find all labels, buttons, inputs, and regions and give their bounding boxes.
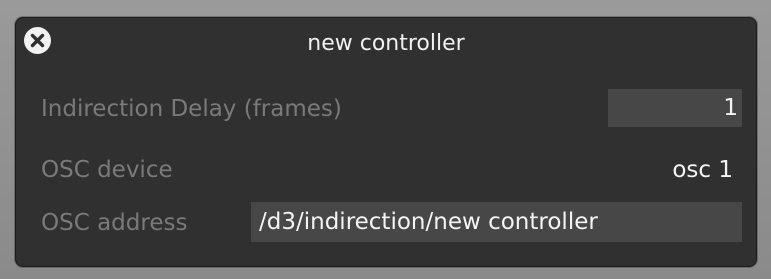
indirection-delay-row: Indirection Delay (frames) 1 <box>41 88 742 128</box>
indirection-delay-label: Indirection Delay (frames) <box>41 96 342 122</box>
osc-device-row: OSC device osc 1 <box>41 149 742 189</box>
osc-device-value[interactable]: osc 1 <box>672 156 733 184</box>
indirection-delay-input[interactable]: 1 <box>608 89 742 127</box>
controller-dialog: new controller Indirection Delay (frames… <box>15 17 757 267</box>
osc-address-input[interactable]: /d3/indirection/new controller <box>251 202 742 242</box>
osc-address-label: OSC address <box>41 210 188 236</box>
osc-address-row: OSC address /d3/indirection/new controll… <box>41 202 742 242</box>
osc-device-label: OSC device <box>41 157 173 183</box>
dialog-title: new controller <box>307 31 465 56</box>
